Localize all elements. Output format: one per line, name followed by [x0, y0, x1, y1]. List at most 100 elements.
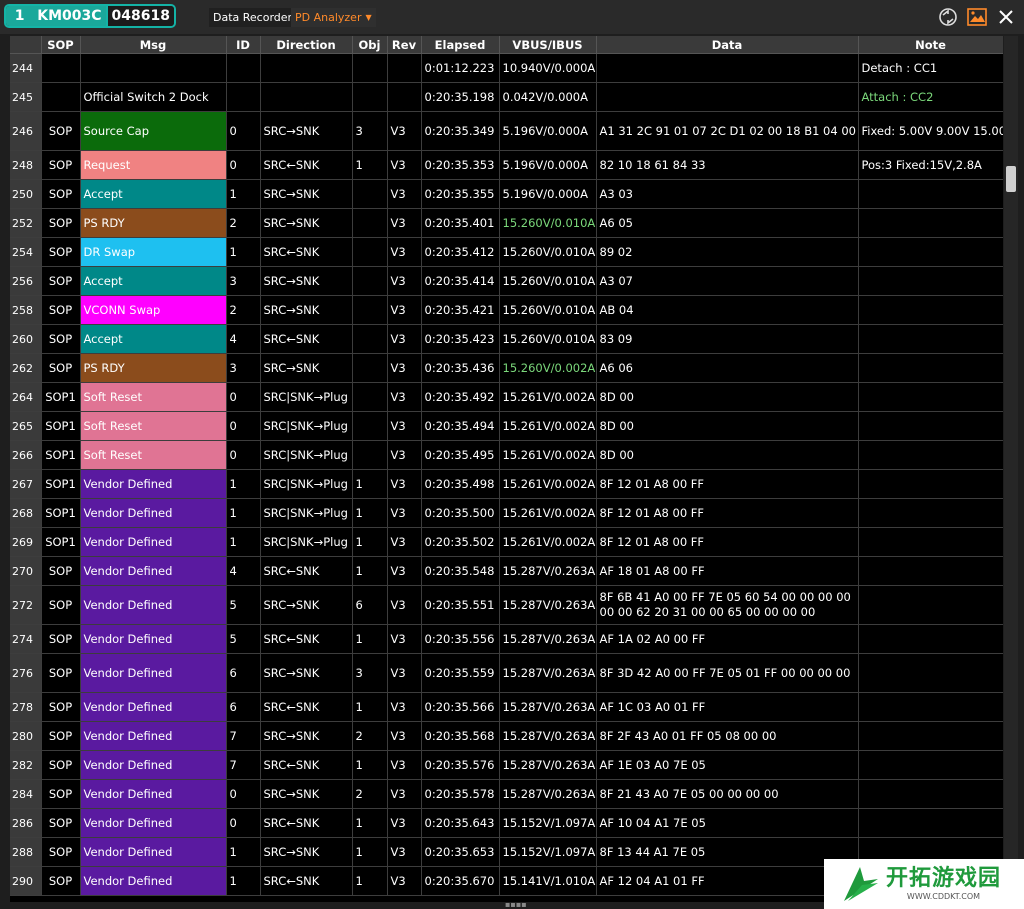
table-row[interactable]: 268 SOP1 Vendor Defined 1 SRC|SNK→Plug 1 V3 0:2…: [10, 498, 1003, 528]
column-header-note[interactable]: Note: [858, 36, 1003, 54]
table-row[interactable]: 256 SOP Accept 3 SRC→SNK V3 0:20:35.414 15.260V…: [10, 266, 1003, 296]
cell-data: 89 02: [596, 237, 859, 267]
cell-rev: [387, 82, 422, 112]
table-row[interactable]: 270 SOP Vendor Defined 4 SRC←SNK 1 V3 0:20:35.5…: [10, 556, 1003, 586]
cell-data: 8D 00: [596, 382, 859, 412]
cell-data: 83 09: [596, 324, 859, 354]
message-table-container[interactable]: SOP Msg ID Direction Obj Rev Elapsed VBU…: [10, 36, 1003, 902]
table-row[interactable]: 269 SOP1 Vendor Defined 1 SRC|SNK→Plug 1 V3 0:2…: [10, 527, 1003, 557]
column-header-sop[interactable]: SOP: [41, 36, 81, 54]
cell-msg: Accept: [80, 179, 227, 209]
watermark-url: WWW.CDDKT.COM: [906, 892, 981, 901]
vertical-scrollbar[interactable]: [1004, 36, 1018, 902]
table-row[interactable]: 267 SOP1 Vendor Defined 1 SRC|SNK→Plug 1 V3 0:2…: [10, 469, 1003, 499]
cell-rev: V3: [387, 150, 422, 180]
cell-elapsed: 0:20:35.414: [421, 266, 500, 296]
table-row[interactable]: 262 SOP PS RDY 3 SRC→SNK V3 0:20:35.436 15.260V…: [10, 353, 1003, 383]
table-row[interactable]: 258 SOP VCONN Swap 2 SRC→SNK V3 0:20:35.421 15.…: [10, 295, 1003, 325]
cell-rev: V3: [387, 295, 422, 325]
cell-direction: SRC|SNK→Plug: [260, 498, 353, 528]
cell-note: Attach : CC2: [858, 82, 1003, 112]
table-row[interactable]: 264 SOP1 Soft Reset 0 SRC|SNK→Plug V3 0:20:35.…: [10, 382, 1003, 412]
cell-sop: SOP1: [41, 469, 81, 499]
cell-elapsed: 0:20:35.670: [421, 866, 500, 896]
table-row[interactable]: 260 SOP Accept 4 SRC←SNK V3 0:20:35.423 15.260V…: [10, 324, 1003, 354]
cell-obj: [352, 411, 388, 441]
close-icon[interactable]: [995, 6, 1017, 28]
row-index: 290: [10, 866, 42, 896]
cell-id: 4: [226, 556, 261, 586]
cell-vbus-ibus: 15.287V/0.263A: [499, 779, 597, 809]
column-header-vbus-ibus[interactable]: VBUS/IBUS: [499, 36, 597, 54]
resize-grip-icon[interactable]: ▪▪▪▪: [505, 901, 527, 909]
chevron-down-icon[interactable]: ▼: [365, 13, 371, 22]
cell-sop: SOP: [41, 808, 81, 838]
table-row[interactable]: 272 SOP Vendor Defined 5 SRC→SNK 6 V3 0:20:35.5…: [10, 585, 1003, 625]
table-row[interactable]: 282 SOP Vendor Defined 7 SRC←SNK 1 V3 0:20:35.5…: [10, 750, 1003, 780]
column-header-direction[interactable]: Direction: [260, 36, 353, 54]
table-row[interactable]: 274 SOP Vendor Defined 5 SRC←SNK 1 V3 0:20:35.5…: [10, 624, 1003, 654]
cell-msg: Vendor Defined: [80, 692, 227, 722]
column-header-rev[interactable]: Rev: [387, 36, 422, 54]
cell-elapsed: 0:20:35.559: [421, 653, 500, 693]
cell-msg: DR Swap: [80, 237, 227, 267]
image-icon[interactable]: [966, 6, 988, 28]
cell-rev: V3: [387, 750, 422, 780]
column-header-data[interactable]: Data: [596, 36, 859, 54]
cell-id: 0: [226, 150, 261, 180]
table-row[interactable]: 284 SOP Vendor Defined 0 SRC→SNK 2 V3 0:20:35.5…: [10, 779, 1003, 809]
row-index: 286: [10, 808, 42, 838]
cell-elapsed: 0:20:35.492: [421, 382, 500, 412]
cell-note: Fixed: 5.00V 9.00V 15.00V: [858, 111, 1003, 151]
cell-vbus-ibus: 15.152V/1.097A: [499, 808, 597, 838]
cell-id: 6: [226, 692, 261, 722]
cell-vbus-ibus: 5.196V/0.000A: [499, 150, 597, 180]
cell-sop: SOP1: [41, 498, 81, 528]
table-row[interactable]: 254 SOP DR Swap 1 SRC←SNK V3 0:20:35.412 15.260…: [10, 237, 1003, 267]
cell-id: 0: [226, 779, 261, 809]
cell-direction: SRC→SNK: [260, 779, 353, 809]
table-row[interactable]: 278 SOP Vendor Defined 6 SRC←SNK 1 V3 0:20:35.5…: [10, 692, 1003, 722]
table-row[interactable]: 266 SOP1 Soft Reset 0 SRC|SNK→Plug V3 0:20:35.…: [10, 440, 1003, 470]
tab-data-recorder[interactable]: Data Recorder: [209, 8, 297, 27]
table-row[interactable]: 276 SOP Vendor Defined 6 SRC→SNK 3 V3 0:20:35.5…: [10, 653, 1003, 693]
table-row[interactable]: 280 SOP Vendor Defined 7 SRC→SNK 2 V3 0:20:35.5…: [10, 721, 1003, 751]
table-row[interactable]: 286 SOP Vendor Defined 0 SRC←SNK 1 V3 0:20:35.6…: [10, 808, 1003, 838]
cell-rev: V3: [387, 556, 422, 586]
cell-id: 0: [226, 382, 261, 412]
watermark-logo: [844, 867, 878, 901]
table-row[interactable]: 250 SOP Accept 1 SRC→SNK V3 0:20:35.355 5.196V/…: [10, 179, 1003, 209]
table-row[interactable]: 246 SOP Source Cap 0 SRC→SNK 3 V3 0:20:35.349 5.…: [10, 111, 1003, 151]
table-row[interactable]: 252 SOP PS RDY 2 SRC→SNK V3 0:20:35.401 15.260V…: [10, 208, 1003, 238]
column-header-msg[interactable]: Msg: [80, 36, 227, 54]
column-header-elapsed[interactable]: Elapsed: [421, 36, 500, 54]
cell-direction: SRC|SNK→Plug: [260, 440, 353, 470]
cell-direction: SRC→SNK: [260, 266, 353, 296]
cell-data: 8F 21 43 A0 7E 05 00 00 00 00: [596, 779, 859, 809]
column-header-index[interactable]: [10, 36, 42, 54]
cell-id: 0: [226, 411, 261, 441]
table-row[interactable]: 248 SOP Request 0 SRC←SNK 1 V3 0:20:35.353 5.196…: [10, 150, 1003, 180]
refresh-icon[interactable]: [937, 6, 959, 28]
cell-data: [596, 82, 859, 112]
cell-obj: 1: [352, 556, 388, 586]
row-index: 267: [10, 469, 42, 499]
table-row[interactable]: 244 0:01:12.223 10.940V/0.000A Detach : CC1: [10, 53, 1003, 83]
cell-msg: Soft Reset: [80, 440, 227, 470]
cell-direction: SRC→SNK: [260, 653, 353, 693]
row-index: 278: [10, 692, 42, 722]
scrollbar-thumb[interactable]: [1006, 166, 1016, 192]
cell-msg: Vendor Defined: [80, 808, 227, 838]
cell-rev: V3: [387, 208, 422, 238]
device-badge[interactable]: 1 KM003C 048618: [4, 4, 176, 28]
cell-note: [858, 237, 1003, 267]
cell-id: [226, 82, 261, 112]
column-header-obj[interactable]: Obj: [352, 36, 388, 54]
cell-note: [858, 440, 1003, 470]
device-model: KM003C: [33, 6, 106, 26]
column-header-id[interactable]: ID: [226, 36, 261, 54]
table-row[interactable]: 265 SOP1 Soft Reset 0 SRC|SNK→Plug V3 0:20:35.…: [10, 411, 1003, 441]
cell-sop: SOP: [41, 721, 81, 751]
tab-pd-analyzer[interactable]: PD Analyzer ▼: [291, 8, 376, 27]
table-row[interactable]: 245 Official Switch 2 Dock 0:20:35.198 0.04…: [10, 82, 1003, 112]
